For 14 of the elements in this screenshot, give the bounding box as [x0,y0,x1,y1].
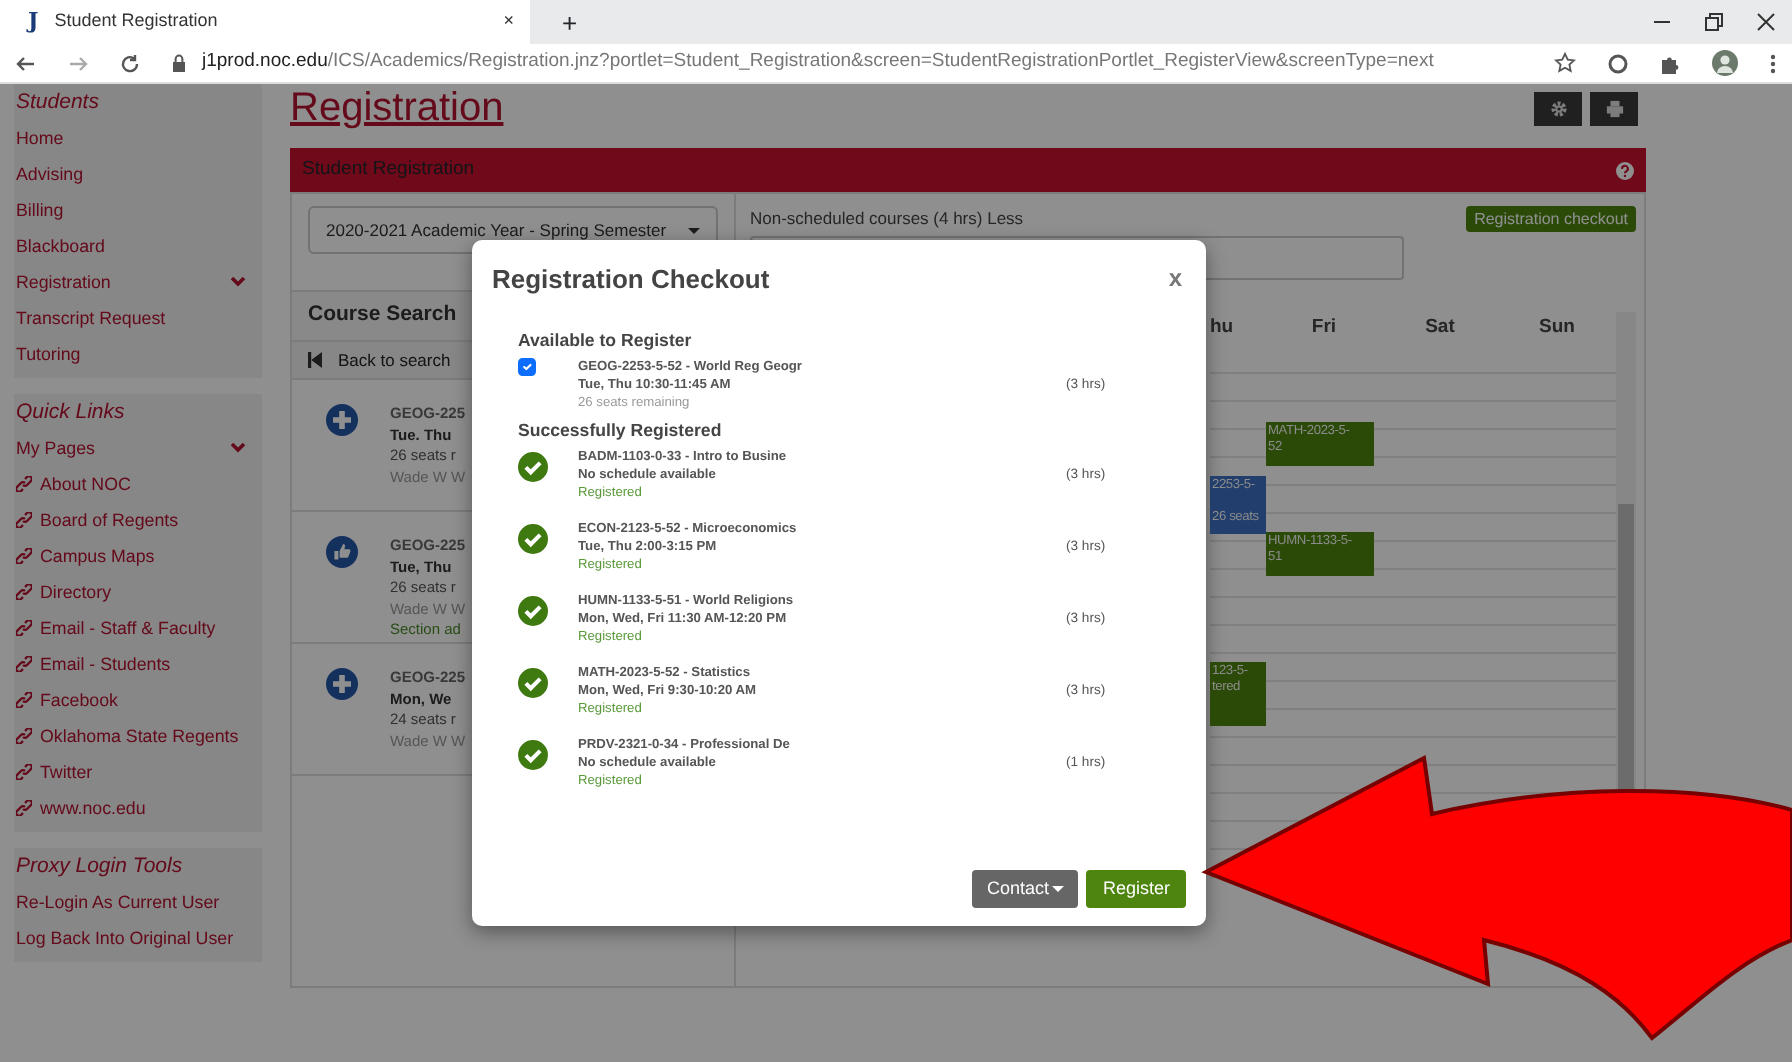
day-header: Sun [1537,314,1577,343]
panel-title: Course Search [308,300,457,331]
day-header: hu [1210,314,1236,343]
dialog-title: Registration Checkout [492,262,770,298]
sidebar-heading: Quick Links [16,398,127,428]
section-heading: Available to Register [518,327,694,354]
sidebar-heading: Proxy Login Tools [16,852,185,882]
day-header: Fri [1309,314,1339,343]
day-header: Sat [1423,314,1457,343]
sidebar-heading: Students [16,88,101,118]
section-heading: Successfully Registered [518,417,724,444]
favicon: J [28,5,39,38]
tab-title: Student Registration [54,8,220,35]
non-scheduled-label: Non-scheduled courses (4 hrs) Less [750,206,1024,232]
